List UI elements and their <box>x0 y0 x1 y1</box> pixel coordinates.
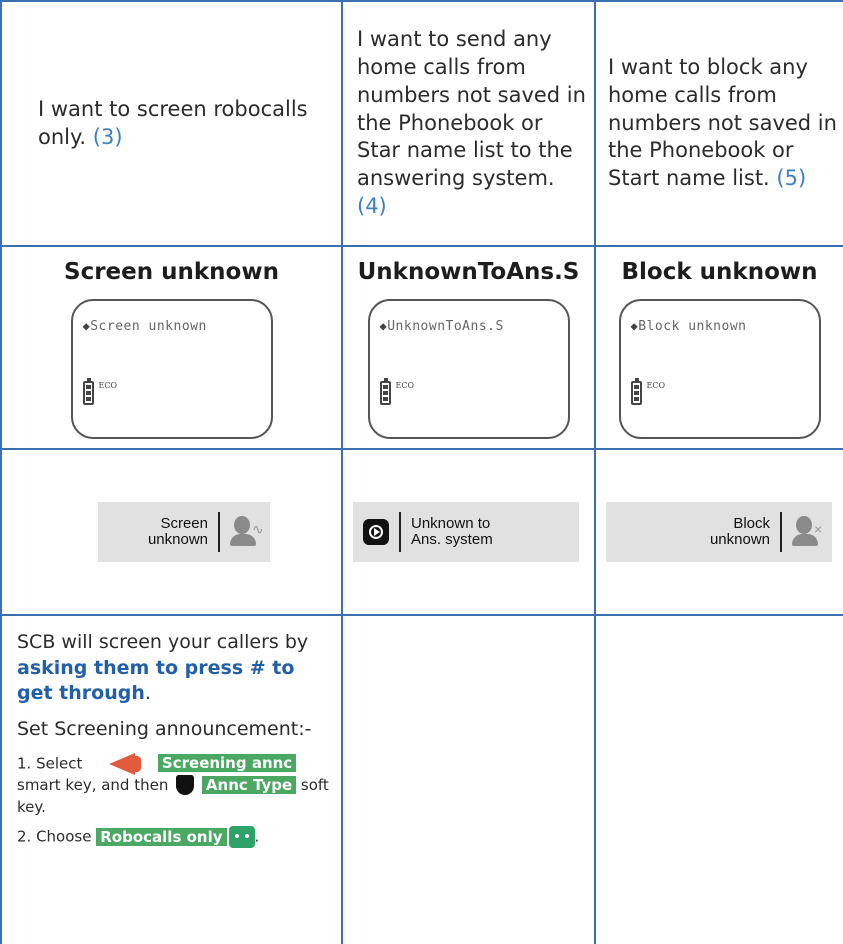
block-unknown-softkey[interactable]: Block unknown × <box>606 502 832 562</box>
step-2: 2. Choose Robocalls only. <box>17 826 331 849</box>
softkey-label-line2: Ans. system <box>411 531 493 548</box>
softkey-label-line1: Screen <box>160 514 208 532</box>
eco-label: ECO <box>395 381 415 390</box>
divider <box>218 512 220 552</box>
robocalls-only-label: Robocalls only <box>96 827 227 846</box>
lcd-text: Screen unknown <box>90 319 207 334</box>
softkey-cell-unknown-to-ans: Unknown to Ans. system <box>341 448 596 616</box>
lcd-cell-block: Block unknown ◆Block unknown ECO <box>594 245 843 450</box>
intro-text: I want to send any home calls from numbe… <box>357 26 586 191</box>
handset-lcd: ◆Screen unknown ECO <box>70 299 273 439</box>
divider <box>780 512 782 552</box>
divider <box>399 512 401 552</box>
footnote-ref: (3) <box>92 124 123 149</box>
screen-unknown-person-icon: ∿ <box>230 514 264 550</box>
eco-label: ECO <box>646 381 666 390</box>
lcd-cell-screen: Screen unknown ◆Screen unknown ECO <box>0 245 343 450</box>
step-text: . <box>254 827 260 846</box>
softkey-label-line2: unknown <box>709 531 770 548</box>
empty-cell <box>594 614 843 944</box>
desc-text: . <box>144 682 151 705</box>
screen-unknown-description: SCB will screen your callers by asking t… <box>0 614 343 944</box>
desc-emphasis: asking them to press # to get through <box>17 656 295 705</box>
setting-heading: Screen unknown <box>64 259 279 285</box>
step-text: smart key, and then <box>17 775 169 794</box>
step-text: 2. Choose <box>17 827 92 846</box>
step-1: 1. Select Screening annc smart key, and … <box>17 752 331 819</box>
handset-lcd: ◆Block unknown ECO <box>618 299 821 439</box>
intro-cell-block: I want to block any home calls from numb… <box>594 0 843 247</box>
softkey-cell-block: Block unknown × <box>594 448 843 616</box>
setting-heading: Block unknown <box>621 259 818 285</box>
battery-icon <box>630 378 642 405</box>
softkey-cell-screen: Screen unknown ∿ <box>0 448 343 616</box>
shield-icon <box>176 775 195 796</box>
footnote-ref: (4) <box>357 194 387 219</box>
robot-icon <box>228 826 255 849</box>
lcd-text: Block unknown <box>638 319 747 334</box>
battery-icon <box>82 378 94 405</box>
step-text: 1. Select <box>17 754 83 773</box>
eco-label: ECO <box>98 381 118 390</box>
annc-type-key-label: Annc Type <box>201 775 297 794</box>
intro-cell-unknown-to-ans: I want to send any home calls from numbe… <box>341 0 596 247</box>
megaphone-icon <box>101 752 147 775</box>
lcd-text: UnknownToAns.S <box>387 319 504 334</box>
desc-subheading: Set Screening announcement:- <box>17 717 312 740</box>
setting-heading: UnknownToAns.S <box>357 259 580 285</box>
screen-unknown-softkey[interactable]: Screen unknown ∿ <box>98 502 270 562</box>
play-icon <box>363 519 389 545</box>
lcd-cell-unknown-to-ans: UnknownToAns.S ◆UnknownToAns.S ECO <box>341 245 596 450</box>
desc-text: SCB will screen your callers by <box>17 631 309 653</box>
battery-icon <box>379 378 391 405</box>
intro-cell-screen: I want to screen robocalls only. (3) <box>0 0 343 247</box>
screening-annc-key-label: Screening annc <box>157 754 297 773</box>
softkey-label-line2: unknown <box>147 531 208 548</box>
footnote-ref: (5) <box>776 166 807 191</box>
empty-cell <box>341 614 596 944</box>
unknown-to-ans-softkey[interactable]: Unknown to Ans. system <box>353 502 579 562</box>
block-unknown-person-icon: × <box>792 514 824 550</box>
steps-list: 1. Select Screening annc smart key, and … <box>17 752 331 849</box>
intro-text: I want to screen robocalls only. <box>38 96 308 149</box>
feature-table: I want to screen robocalls only. (3) I w… <box>0 0 843 944</box>
softkey-label-line1: Unknown to <box>411 514 491 532</box>
softkey-label-line1: Block <box>733 514 770 532</box>
handset-lcd: ◆UnknownToAns.S ECO <box>367 299 570 439</box>
